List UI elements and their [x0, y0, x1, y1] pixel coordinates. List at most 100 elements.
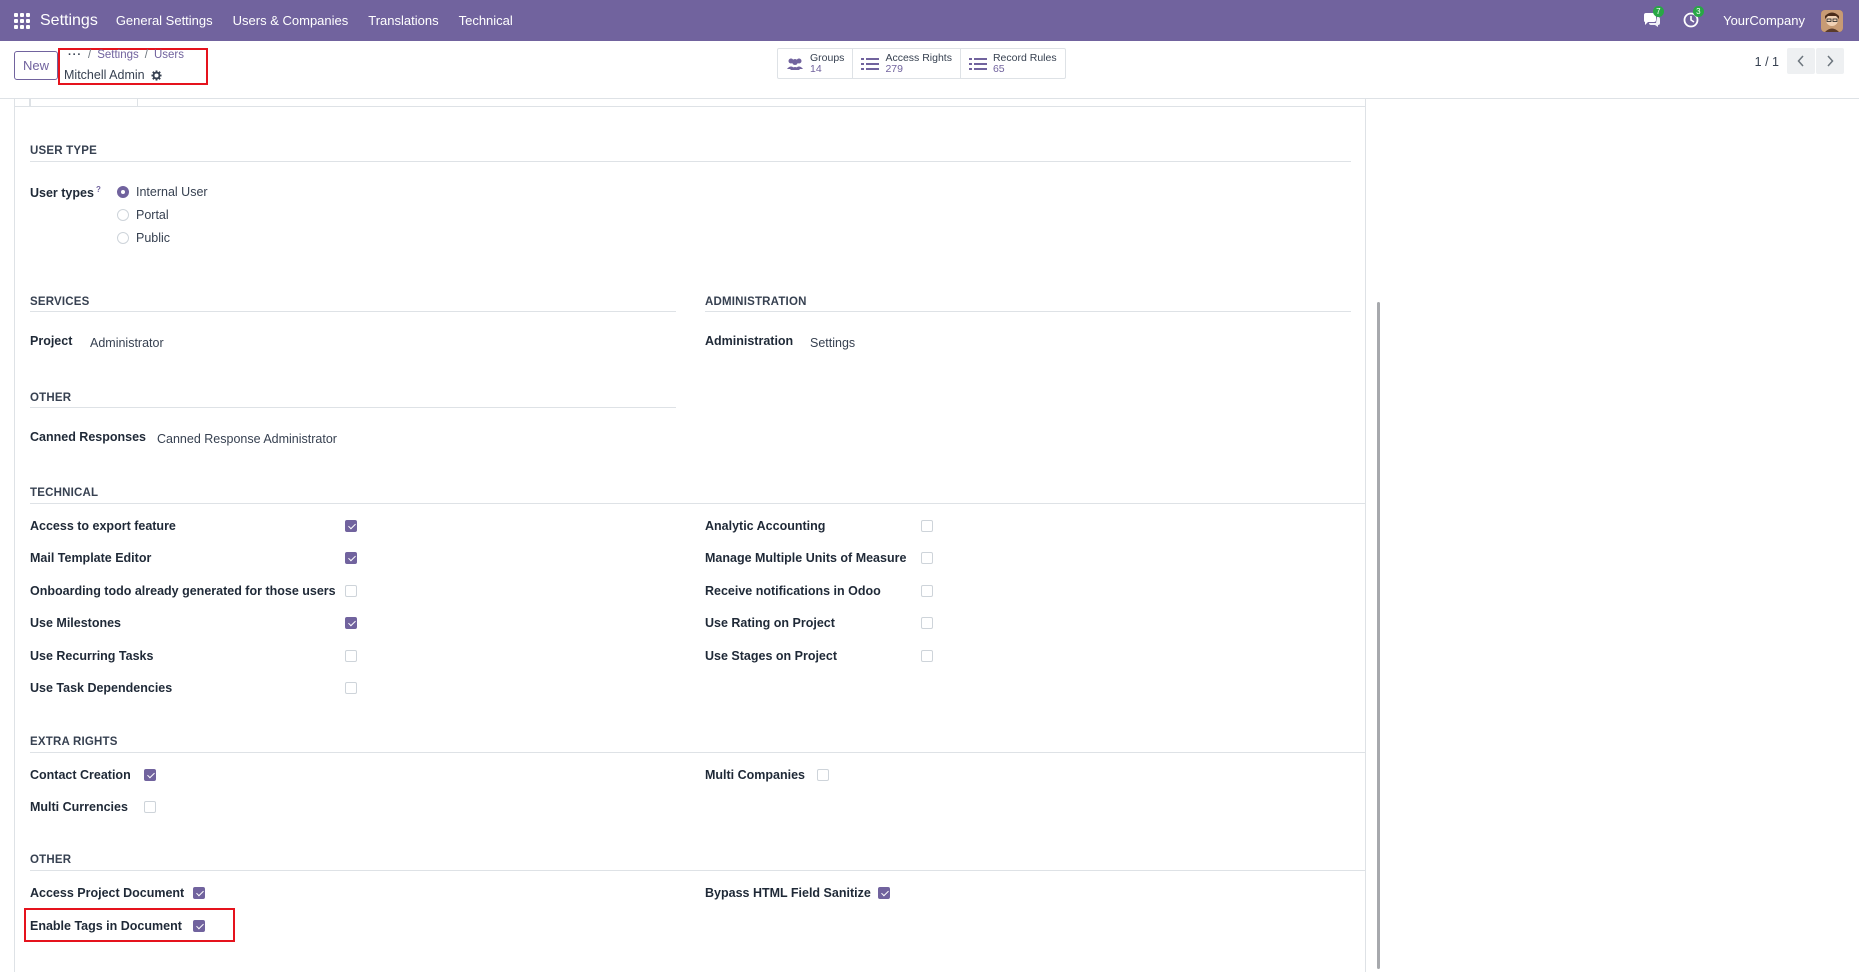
canned-responses-label: Canned Responses: [30, 430, 147, 444]
checkbox-multi-currencies[interactable]: [144, 801, 156, 813]
section-title-technical: TECHNICAL: [30, 487, 99, 499]
messages-icon[interactable]: 7: [1643, 5, 1664, 30]
checkbox-rating-project[interactable]: [921, 617, 933, 629]
section-title-services: SERVICES: [30, 296, 90, 308]
technical-right-label: Analytic Accounting: [705, 519, 826, 533]
section-title-extra-rights: EXTRA RIGHTS: [30, 736, 118, 748]
technical-left-label: Onboarding todo already generated for th…: [30, 584, 336, 598]
company-switcher[interactable]: YourCompany: [1723, 13, 1805, 28]
tab-divider: [138, 106, 1366, 107]
new-button[interactable]: New: [14, 51, 58, 80]
activities-badge: 3: [1693, 5, 1704, 17]
technical-left-label: Use Milestones: [30, 616, 122, 630]
control-panel: New ··· / Settings / Users Mitchell Admi…: [0, 41, 1859, 99]
multi-companies-label: Multi Companies: [705, 768, 806, 782]
technical-right-label: Use Stages on Project: [705, 649, 837, 663]
messages-badge: 7: [1653, 5, 1664, 17]
checkbox-onboarding-todo[interactable]: [345, 585, 357, 597]
breadcrumb-more[interactable]: ···: [68, 49, 82, 61]
checkbox-stages-project[interactable]: [921, 650, 933, 662]
checkbox-access-project-document[interactable]: [193, 887, 205, 899]
technical-right-label: Receive notifications in Odoo: [705, 584, 881, 598]
breadcrumb-settings[interactable]: Settings: [97, 49, 139, 61]
checkbox-task-dependencies[interactable]: [345, 682, 357, 694]
record-rules-smart-button[interactable]: Record Rules 65: [961, 49, 1065, 78]
access-rights-count: 279: [885, 62, 903, 75]
chevron-right-icon: [1827, 55, 1834, 67]
technical-right-label: Use Rating on Project: [705, 616, 835, 630]
section-divider: [30, 407, 676, 408]
section-divider: [30, 503, 1366, 504]
list-icon: [968, 57, 987, 70]
vertical-scrollbar[interactable]: [1377, 302, 1380, 969]
access-rights-smart-button[interactable]: Access Rights 279: [853, 49, 961, 78]
checkbox-notifications-odoo[interactable]: [921, 585, 933, 597]
checkbox-contact-creation[interactable]: [144, 769, 156, 781]
technical-left-label: Access to export feature: [30, 519, 176, 533]
checkbox-recurring-tasks[interactable]: [345, 650, 357, 662]
groups-count: 14: [810, 62, 822, 75]
breadcrumb: ··· / Settings / Users: [68, 49, 184, 61]
radio-label-internal-user[interactable]: Internal User: [136, 185, 208, 199]
radio-label-portal[interactable]: Portal: [136, 208, 169, 222]
section-title-user-type: USER TYPE: [30, 145, 97, 157]
technical-left-label: Use Recurring Tasks: [30, 649, 154, 663]
checkbox-multi-companies[interactable]: [817, 769, 829, 781]
radio-internal-user[interactable]: [117, 186, 129, 198]
apps-menu-icon[interactable]: [14, 12, 30, 29]
checkbox-analytic-accounting[interactable]: [921, 520, 933, 532]
section-divider: [30, 752, 1366, 753]
access-rights-label: Access Rights: [885, 51, 952, 64]
breadcrumb-users[interactable]: Users: [154, 49, 184, 61]
user-avatar[interactable]: [1821, 9, 1843, 32]
form-sheet: [14, 99, 1366, 972]
radio-portal[interactable]: [117, 209, 129, 221]
radio-label-public[interactable]: Public: [136, 231, 170, 245]
checkbox-enable-tags[interactable]: [193, 920, 205, 932]
menu-general-settings[interactable]: General Settings: [116, 13, 213, 28]
administration-label: Administration: [705, 334, 794, 348]
record-title: Mitchell Admin: [64, 68, 162, 82]
activities-icon[interactable]: 3: [1683, 5, 1704, 30]
enable-tags-label: Enable Tags in Document: [30, 919, 182, 933]
tab-access-rights[interactable]: [30, 99, 138, 107]
pager-next-button[interactable]: [1816, 48, 1844, 74]
checkbox-mail-template-editor[interactable]: [345, 552, 357, 564]
section-divider: [30, 870, 1366, 871]
groups-smart-button[interactable]: Groups 14: [778, 49, 854, 78]
technical-right-label: Manage Multiple Units of Measure: [705, 551, 907, 565]
menu-users-companies[interactable]: Users & Companies: [233, 13, 349, 28]
administration-select[interactable]: Settings: [810, 336, 855, 350]
menu-translations[interactable]: Translations: [368, 13, 438, 28]
technical-left-label: Mail Template Editor: [30, 551, 152, 565]
user-types-label: User types?: [30, 185, 101, 201]
top-navbar: Settings General Settings Users & Compan…: [0, 0, 1859, 41]
section-divider: [30, 161, 1351, 162]
technical-left-label: Use Task Dependencies: [30, 681, 173, 695]
checkbox-access-export[interactable]: [345, 520, 357, 532]
tab-edge: [14, 99, 30, 107]
checkbox-bypass-html[interactable]: [878, 887, 890, 899]
navbar-systray: 7 3 YourCompany: [1643, 0, 1859, 41]
users-icon: [787, 58, 803, 70]
checkbox-multiple-uom[interactable]: [921, 552, 933, 564]
radio-public[interactable]: [117, 232, 129, 244]
access-project-document-label: Access Project Document: [30, 886, 185, 900]
project-label: Project: [30, 334, 73, 348]
pager-value[interactable]: 1 / 1: [1755, 55, 1779, 69]
pager-previous-button[interactable]: [1787, 48, 1815, 74]
menu-technical[interactable]: Technical: [459, 13, 513, 28]
breadcrumb-separator: /: [144, 49, 148, 61]
list-icon: [861, 57, 880, 70]
multi-currencies-label: Multi Currencies: [30, 800, 128, 814]
project-select[interactable]: Administrator: [90, 336, 164, 350]
breadcrumb-separator: /: [88, 49, 92, 61]
gear-icon[interactable]: [151, 69, 162, 81]
section-divider: [30, 311, 676, 312]
bypass-html-label: Bypass HTML Field Sanitize: [705, 886, 871, 900]
chevron-left-icon: [1797, 55, 1804, 67]
help-tooltip-icon[interactable]: ?: [96, 185, 101, 194]
app-name[interactable]: Settings: [40, 12, 98, 30]
checkbox-use-milestones[interactable]: [345, 617, 357, 629]
canned-responses-select[interactable]: Canned Response Administrator: [157, 432, 337, 446]
